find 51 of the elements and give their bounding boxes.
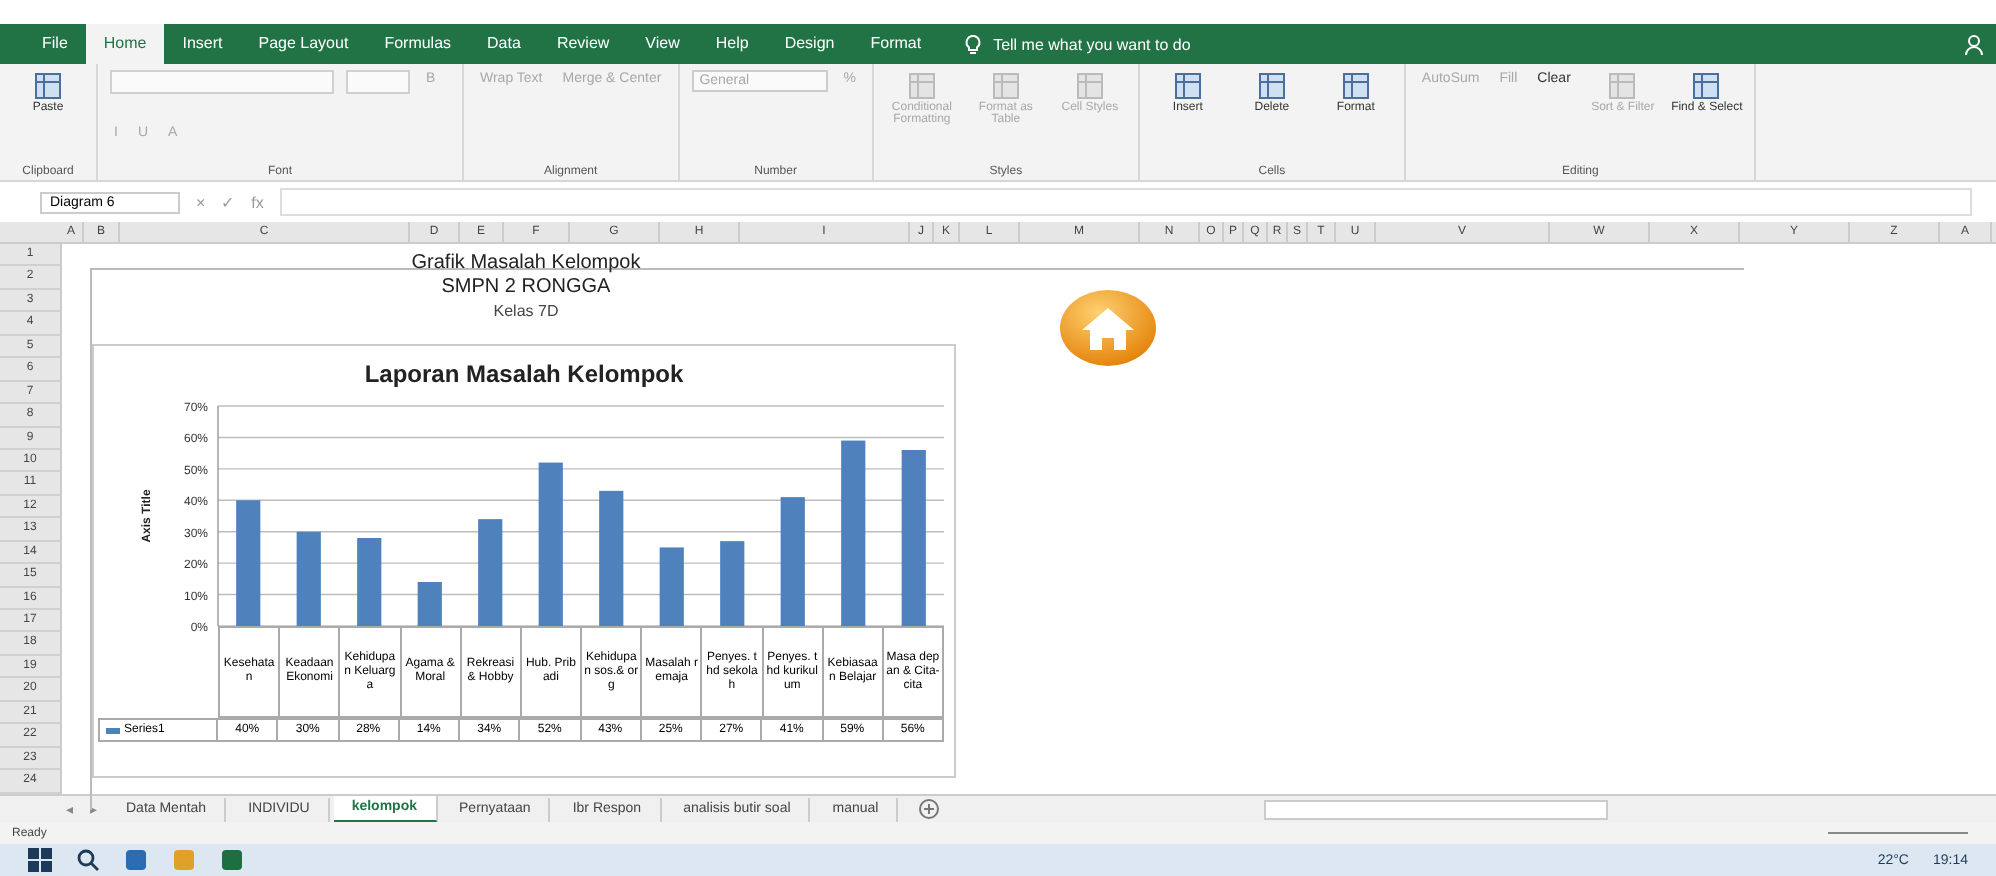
bar[interactable] (538, 462, 563, 626)
bar[interactable] (720, 541, 745, 626)
font-size-field[interactable] (346, 70, 410, 94)
ribbon-tab[interactable]: View (627, 24, 698, 64)
ribbon-tab[interactable]: Review (538, 24, 628, 64)
lightbulb-icon (963, 33, 982, 55)
ribbon-tab[interactable]: Home (85, 24, 165, 64)
bar[interactable] (296, 531, 321, 626)
ribbon-tab[interactable]: Design (766, 24, 853, 64)
app-tile-icon[interactable] (172, 848, 196, 872)
ribbon-tab[interactable]: Formulas (366, 24, 470, 64)
ribbon-tab[interactable]: Format (852, 24, 940, 64)
bar[interactable] (841, 440, 866, 626)
command-icon (905, 70, 938, 102)
app-tile-icon[interactable] (124, 848, 148, 872)
formula-input[interactable] (279, 188, 1972, 216)
sheet-title: SMPN 2 RONGGA (441, 276, 611, 300)
add-sheet-icon[interactable] (918, 798, 941, 820)
command-icon (1339, 70, 1372, 102)
ribbon-tab[interactable]: Help (697, 24, 767, 64)
bar[interactable] (599, 490, 624, 626)
home-icon[interactable] (1058, 288, 1158, 368)
search-icon[interactable] (76, 848, 100, 872)
command-icon (989, 70, 1022, 102)
chart-area[interactable] (92, 344, 956, 778)
ribbon-tab[interactable]: File (24, 24, 86, 64)
bar[interactable] (780, 497, 805, 626)
windows-start-icon[interactable] (28, 848, 52, 872)
command-icon (1606, 70, 1639, 102)
sheet-title: Grafik Masalah Kelompok (411, 252, 641, 276)
tell-me-search[interactable]: Tell me what you want to do (963, 33, 1191, 55)
command-icon (1171, 70, 1204, 102)
bar[interactable] (417, 582, 442, 626)
app-tile-icon[interactable] (220, 848, 244, 872)
bar[interactable] (357, 538, 382, 626)
ribbon-tab[interactable]: Data (469, 24, 539, 64)
user-icon[interactable] (1964, 33, 1984, 55)
horizontal-scrollbar[interactable] (1264, 799, 1609, 819)
chart-title: Laporan Masalah Kelompok (364, 360, 684, 388)
command-icon (1690, 70, 1723, 102)
ribbon-tab[interactable]: Insert (164, 24, 241, 64)
ribbon-tab[interactable]: Page Layout (240, 24, 367, 64)
bar[interactable] (236, 500, 261, 626)
sheet-title: Kelas 7D (493, 300, 559, 324)
bar[interactable] (901, 450, 926, 626)
command-icon (1255, 70, 1288, 102)
font-field[interactable] (110, 70, 334, 94)
bar[interactable] (659, 547, 684, 626)
command-icon (1073, 70, 1106, 102)
bar[interactable] (478, 519, 503, 626)
command-icon (32, 70, 64, 102)
